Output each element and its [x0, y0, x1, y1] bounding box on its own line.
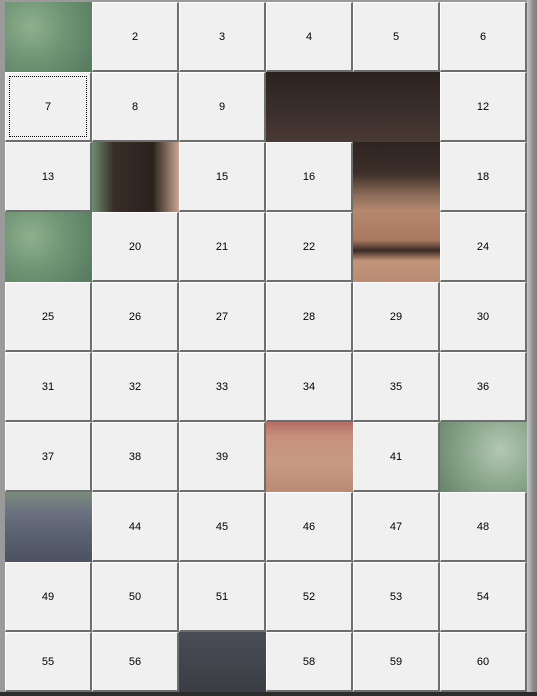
puzzle-tile-51[interactable]: 51 — [179, 562, 266, 632]
revealed-image-fragment — [266, 422, 353, 492]
puzzle-tile-13[interactable]: 13 — [5, 142, 92, 212]
puzzle-tile-60[interactable]: 60 — [440, 632, 527, 692]
puzzle-tile-39[interactable]: 39 — [179, 422, 266, 492]
puzzle-tile-36[interactable]: 36 — [440, 352, 527, 422]
puzzle-tile-24[interactable]: 24 — [440, 212, 527, 282]
window-right-edge — [527, 0, 537, 696]
revealed-image-fragment — [353, 142, 440, 212]
puzzle-tile-25[interactable]: 25 — [5, 282, 92, 352]
puzzle-tile-49[interactable]: 49 — [5, 562, 92, 632]
puzzle-tile-32[interactable]: 32 — [92, 352, 179, 422]
puzzle-tile-33[interactable]: 33 — [179, 352, 266, 422]
puzzle-tile-30[interactable]: 30 — [440, 282, 527, 352]
puzzle-tile-3[interactable]: 3 — [179, 2, 266, 72]
puzzle-tile-55[interactable]: 55 — [5, 632, 92, 692]
puzzle-tile-12[interactable]: 12 — [440, 72, 527, 142]
revealed-image-fragment — [353, 72, 440, 142]
puzzle-tile-59[interactable]: 59 — [353, 632, 440, 692]
revealed-image-fragment — [5, 212, 92, 282]
revealed-image-fragment — [5, 492, 92, 562]
puzzle-tile-35[interactable]: 35 — [353, 352, 440, 422]
puzzle-tile-41[interactable]: 41 — [353, 422, 440, 492]
puzzle-tile-31[interactable]: 31 — [5, 352, 92, 422]
puzzle-tile-47[interactable]: 47 — [353, 492, 440, 562]
puzzle-tile-18[interactable]: 18 — [440, 142, 527, 212]
puzzle-tile-9[interactable]: 9 — [179, 72, 266, 142]
revealed-image-fragment — [92, 142, 179, 212]
puzzle-tile-45[interactable]: 45 — [179, 492, 266, 562]
puzzle-tile-2[interactable]: 2 — [92, 2, 179, 72]
puzzle-tile-16[interactable]: 16 — [266, 142, 353, 212]
revealed-image-fragment — [179, 632, 266, 692]
puzzle-tile-5[interactable]: 5 — [353, 2, 440, 72]
puzzle-tile-8[interactable]: 8 — [92, 72, 179, 142]
puzzle-tile-22[interactable]: 22 — [266, 212, 353, 282]
puzzle-tile-27[interactable]: 27 — [179, 282, 266, 352]
puzzle-tile-46[interactable]: 46 — [266, 492, 353, 562]
puzzle-tile-4[interactable]: 4 — [266, 2, 353, 72]
puzzle-tile-48[interactable]: 48 — [440, 492, 527, 562]
puzzle-tile-34[interactable]: 34 — [266, 352, 353, 422]
revealed-image-fragment — [353, 212, 440, 282]
puzzle-tile-29[interactable]: 29 — [353, 282, 440, 352]
revealed-image-fragment — [440, 422, 527, 492]
puzzle-tile-50[interactable]: 50 — [92, 562, 179, 632]
puzzle-tile-7[interactable]: 7 — [5, 72, 92, 142]
puzzle-tile-28[interactable]: 28 — [266, 282, 353, 352]
revealed-image-fragment — [5, 2, 92, 72]
puzzle-tile-44[interactable]: 44 — [92, 492, 179, 562]
puzzle-tile-56[interactable]: 56 — [92, 632, 179, 692]
puzzle-tile-15[interactable]: 15 — [179, 142, 266, 212]
puzzle-tile-21[interactable]: 21 — [179, 212, 266, 282]
puzzle-tile-38[interactable]: 38 — [92, 422, 179, 492]
puzzle-tile-26[interactable]: 26 — [92, 282, 179, 352]
puzzle-tile-37[interactable]: 37 — [5, 422, 92, 492]
window-bottom-edge — [0, 692, 537, 696]
puzzle-tile-20[interactable]: 20 — [92, 212, 179, 282]
puzzle-tile-58[interactable]: 58 — [266, 632, 353, 692]
puzzle-tile-6[interactable]: 6 — [440, 2, 527, 72]
revealed-image-fragment — [266, 72, 353, 142]
puzzle-board: 2 3 4 5 6 7 8 9 12 13 15 16 18 20 21 22 24 25 26 27 28 29 30 31… — [5, 2, 527, 692]
puzzle-tile-53[interactable]: 53 — [353, 562, 440, 632]
puzzle-tile-52[interactable]: 52 — [266, 562, 353, 632]
puzzle-tile-54[interactable]: 54 — [440, 562, 527, 632]
